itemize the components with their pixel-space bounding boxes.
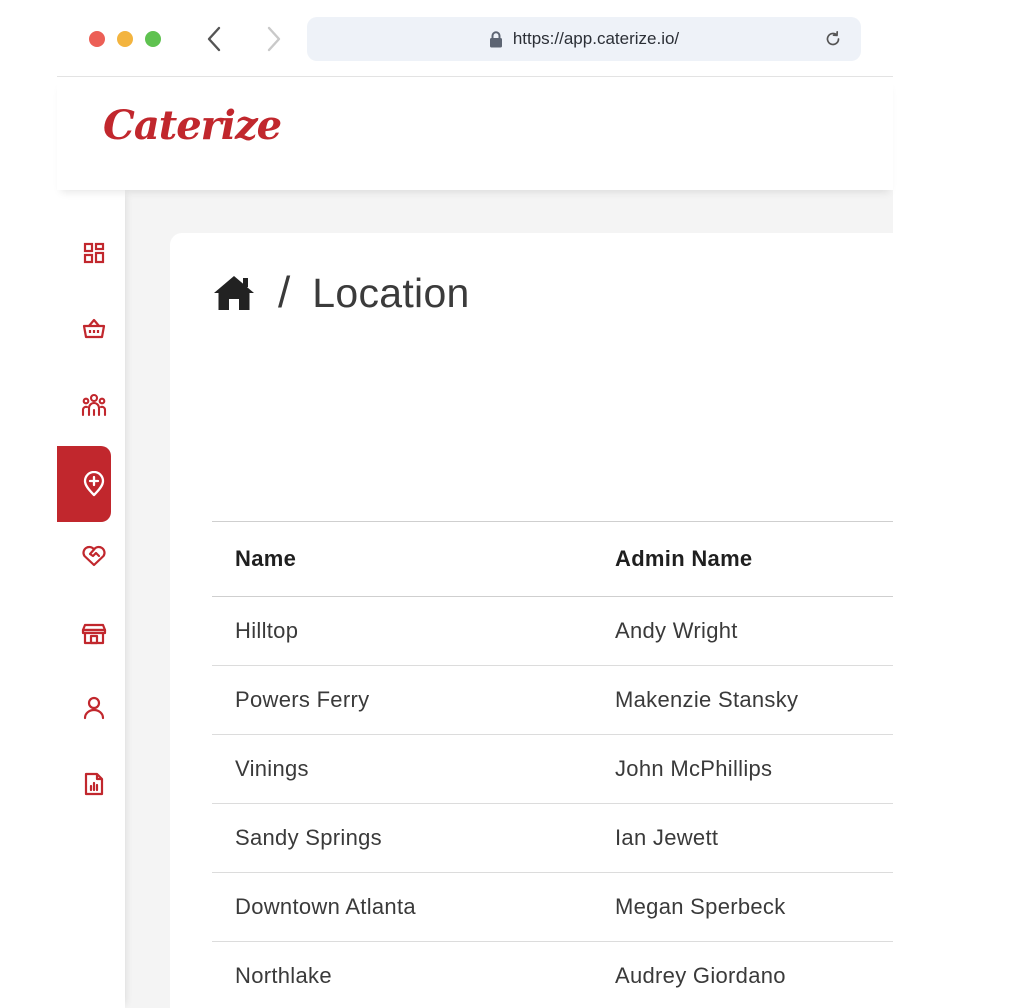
forward-button[interactable] (259, 24, 289, 54)
location-pin-icon (83, 471, 105, 497)
admin-name: Ian Jewett (615, 825, 719, 850)
dashboard-icon (83, 242, 105, 264)
browser-toolbar: https://app.caterize.io/ (57, 0, 893, 77)
back-button[interactable] (199, 24, 229, 54)
sidebar-item-engagement[interactable] (57, 518, 111, 594)
url-text: https://app.caterize.io/ (512, 29, 680, 48)
breadcrumb: / Location (212, 268, 470, 318)
location-name: Vinings (235, 756, 309, 781)
sidebar-item-orders[interactable] (57, 291, 111, 367)
home-icon[interactable] (212, 274, 256, 312)
lock-icon (489, 30, 503, 48)
sidebar-item-location[interactable] (57, 446, 111, 522)
chevron-right-icon (267, 26, 281, 52)
chevron-left-icon (207, 26, 221, 52)
caterize-logo[interactable]: Caterize (103, 102, 282, 149)
sidebar (57, 190, 125, 1008)
storefront-icon (81, 623, 107, 645)
heart-handshake-icon (82, 545, 106, 567)
admin-name: Andy Wright (615, 618, 738, 643)
table-row[interactable]: Sandy Springs Ian Jewett (212, 804, 893, 873)
basket-icon (82, 318, 106, 339)
sidebar-item-users[interactable] (57, 670, 111, 746)
location-name: Hilltop (235, 618, 299, 643)
window-maximize-button[interactable] (145, 31, 161, 47)
window-minimize-button[interactable] (117, 31, 133, 47)
location-name: Downtown Atlanta (235, 894, 416, 919)
table-row[interactable]: Downtown Atlanta Megan Sperbeck (212, 873, 893, 942)
report-icon (84, 772, 104, 796)
app-header: Caterize (57, 78, 893, 190)
sidebar-item-vendors[interactable] (57, 596, 111, 672)
sidebar-item-customers[interactable] (57, 367, 111, 443)
column-header-admin-name[interactable]: Admin Name (615, 522, 752, 596)
table-row[interactable]: Powers Ferry Makenzie Stansky (212, 666, 893, 735)
admin-name: John McPhillips (615, 756, 773, 781)
admin-name: Audrey Giordano (615, 963, 786, 988)
location-name: Northlake (235, 963, 332, 988)
column-header-name[interactable]: Name (235, 522, 296, 596)
location-name: Powers Ferry (235, 687, 370, 712)
table-row[interactable]: Northlake Audrey Giordano (212, 942, 893, 1008)
window-close-button[interactable] (89, 31, 105, 47)
people-icon (81, 393, 107, 417)
table-header: Name Admin Name (212, 521, 893, 597)
page-title: Location (312, 269, 470, 316)
reload-icon[interactable] (823, 29, 843, 54)
sidebar-item-dashboard[interactable] (57, 215, 111, 291)
sidebar-item-reports[interactable] (57, 746, 111, 822)
table-row[interactable]: Hilltop Andy Wright (212, 597, 893, 666)
admin-name: Makenzie Stansky (615, 687, 799, 712)
table-row[interactable]: Vinings John McPhillips (212, 735, 893, 804)
location-name: Sandy Springs (235, 825, 382, 850)
locations-table: Name Admin Name Hilltop Andy Wright Powe… (212, 521, 893, 1008)
admin-name: Megan Sperbeck (615, 894, 786, 919)
breadcrumb-separator: / (278, 268, 291, 317)
address-bar[interactable]: https://app.caterize.io/ (307, 17, 861, 61)
user-icon (83, 696, 105, 720)
